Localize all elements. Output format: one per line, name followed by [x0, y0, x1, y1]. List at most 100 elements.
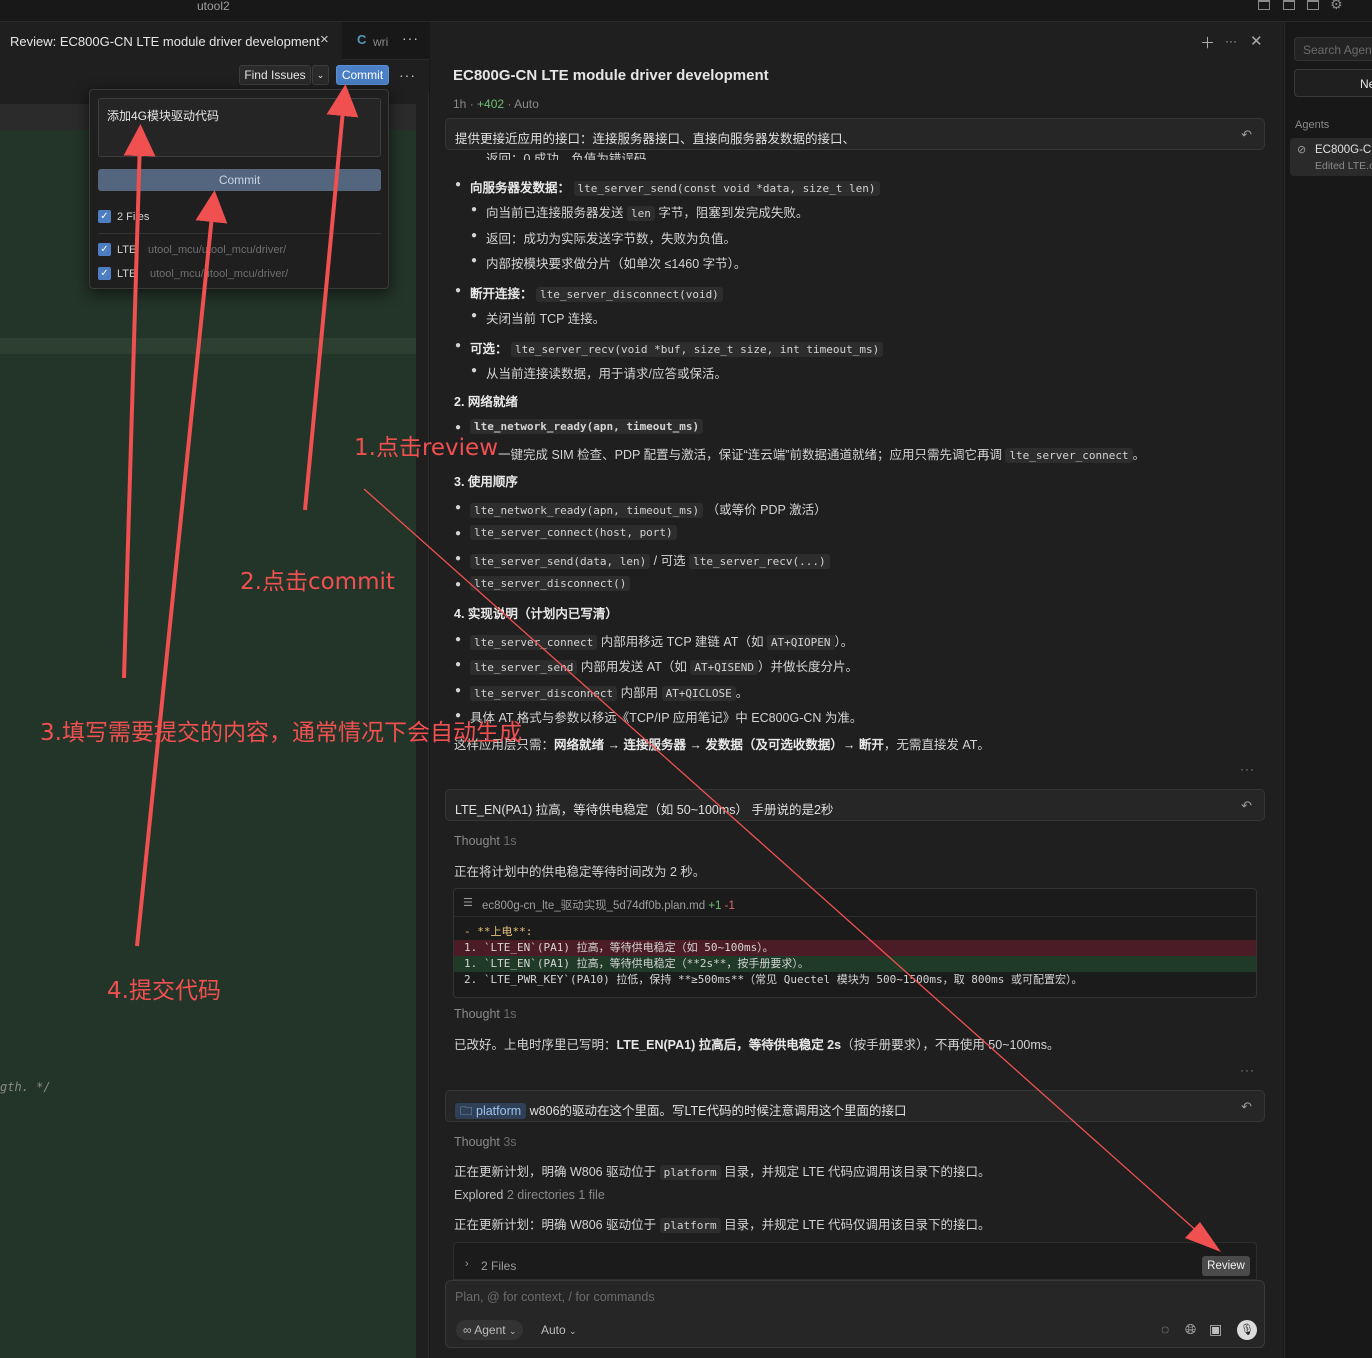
tab-review[interactable]: Review: EC800G-CN LTE module driver deve…: [0, 22, 342, 60]
bullet: ●: [455, 659, 462, 670]
new-chat-plus-icon[interactable]: ＋: [1200, 32, 1215, 53]
divider: [98, 233, 381, 234]
chat-input-placeholder: Plan, @ for context, / for commands: [455, 1290, 655, 1304]
plan-diff-card: ☰ ec800g-cn_lte_驱动实现_5d74df0b.plan.md +1…: [453, 888, 1257, 998]
file-checkbox[interactable]: ✓: [98, 267, 111, 280]
close-chat-icon[interactable]: ✕: [1250, 32, 1263, 50]
bullet: ●: [471, 365, 478, 376]
toggle-sidebar-icon[interactable]: [1258, 0, 1270, 10]
impl-3: lte_server_disconnect 内部用 AT+QICLOSE。: [470, 682, 748, 701]
tab-c-file[interactable]: wri: [373, 35, 388, 49]
send-sub-2: 返回：成功为实际发送字节数，失败为负值。: [486, 232, 737, 246]
toggle-secondary-sidebar-icon[interactable]: [1307, 0, 1319, 10]
message-more-icon[interactable]: ···: [1240, 762, 1255, 776]
chat-more-icon[interactable]: ···: [1225, 34, 1237, 48]
bullet: ●: [455, 634, 462, 645]
review-toolbar: Find Issues ⌄ Commit ···: [0, 60, 429, 92]
send-item: 向服务器发数据： lte_server_send(const void *dat…: [470, 177, 880, 196]
find-issues-button[interactable]: Find Issues: [239, 65, 311, 85]
chat-input-box[interactable]: Plan, @ for context, / for commands ∞ Ag…: [445, 1280, 1265, 1348]
diff-card-header[interactable]: ☰ ec800g-cn_lte_驱动实现_5d74df0b.plan.md +1…: [454, 889, 1256, 917]
infinity-icon: ∞: [463, 1323, 472, 1337]
microphone-icon[interactable]: 🎙︎: [1237, 1320, 1257, 1340]
impl-1: lte_server_connect 内部用移远 TCP 建链 AT（如 AT+…: [470, 631, 853, 650]
thought-indicator[interactable]: Thought 1s: [454, 1007, 517, 1021]
chevron-down-icon: ⌄: [569, 1326, 577, 1336]
bullet: ●: [455, 528, 462, 539]
diff-line-context: - **上电**:: [464, 925, 533, 938]
explored-indicator[interactable]: Explored 2 directories 1 file: [454, 1188, 605, 1202]
section-heading: 3. 使用顺序: [454, 475, 518, 489]
toolbar-more-icon[interactable]: ···: [399, 67, 416, 83]
summary: 这样应用层只需：网络就绪 → 连接服务器 → 发数据（及可选收数据）→ 断开，无…: [454, 738, 990, 752]
search-agents-input[interactable]: Search Agents: [1294, 37, 1372, 61]
section-heading: 4. 实现说明（计划内已写清）: [454, 607, 618, 621]
commit-message-input[interactable]: 添加4G模块驱动代码: [98, 98, 381, 157]
agents-section-label: Agents: [1295, 119, 1330, 131]
diff-line-context: 2. `LTE_PWR_KEY`(PA10) 拉低，保持 **≥500ms**（…: [464, 973, 1083, 986]
thought-indicator[interactable]: Thought 3s: [454, 1135, 517, 1149]
new-agent-button[interactable]: New: [1294, 69, 1372, 97]
agent-item-title: EC800G-CN: [1315, 144, 1372, 156]
user-message[interactable]: LTE_EN(PA1) 拉高，等待供电稳定（如 50~100ms） 手册说的是2…: [445, 789, 1265, 821]
file-name: LTE: [117, 268, 137, 280]
bullet: ●: [471, 204, 478, 215]
bullet: ●: [455, 685, 462, 696]
model-dropdown[interactable]: Auto ⌄: [541, 1323, 577, 1337]
order-4: lte_server_disconnect(): [470, 576, 631, 591]
restore-checkpoint-icon[interactable]: ↶: [1241, 1099, 1252, 1115]
toggle-panel-icon[interactable]: [1283, 0, 1295, 10]
restore-checkpoint-icon[interactable]: ↶: [1241, 127, 1252, 143]
recv-item: 可选： lte_server_recv(void *buf, size_t si…: [470, 338, 884, 357]
user-message[interactable]: 🗀 platform w806的驱动在这个里面。写LTE代码的时候注意调用这个里…: [445, 1090, 1265, 1122]
thought-indicator[interactable]: Thought 1s: [454, 834, 517, 848]
find-issues-dropdown-icon[interactable]: ⌄: [312, 65, 329, 85]
commit-confirm-button[interactable]: Commit: [98, 169, 381, 191]
agent-mode-dropdown[interactable]: ∞ Agent ⌄: [456, 1320, 524, 1340]
annotation-step1: 1.点击review: [354, 435, 499, 461]
chevron-right-icon[interactable]: ›: [465, 1258, 469, 1270]
diff-highlight-line: [0, 338, 416, 354]
user-message[interactable]: 提供更接近应用的接口：连接服务器接口、直接向服务器发数据的接口、 ↶: [445, 118, 1265, 150]
commit-popup: 添加4G模块驱动代码 Commit ✓ 2 Files ✓ LTE utool_…: [89, 89, 389, 289]
impl-2: lte_server_send 内部用发送 AT（如 AT+QISEND ）并做长…: [470, 656, 858, 675]
disconnect-sub: 关闭当前 TCP 连接。: [486, 312, 606, 326]
restore-checkpoint-icon[interactable]: ↶: [1241, 798, 1252, 814]
commit-button[interactable]: Commit: [336, 65, 389, 85]
assistant-reply: 正在更新计划，明确 W806 驱动位于 platform 目录，并规定 LTE …: [454, 1165, 991, 1180]
check-circle-icon: ⊘: [1297, 144, 1307, 156]
message-more-icon[interactable]: ···: [1240, 1063, 1255, 1077]
chat-age: 1h: [453, 97, 467, 111]
bullet: ●: [455, 502, 462, 513]
window-title: utool2: [197, 0, 230, 13]
tab-more-icon[interactable]: ···: [402, 30, 419, 46]
order-1: lte_network_ready(apn, timeout_ms) （或等价 …: [470, 499, 827, 518]
annotation-step4: 4.提交代码: [107, 978, 221, 1004]
ready-sig: lte_network_ready(apn, timeout_ms): [470, 419, 704, 434]
assistant-reply: 正在更新计划：明确 W806 驱动位于 platform 目录，并规定 LTE …: [454, 1218, 991, 1233]
tab-close-icon[interactable]: ×: [320, 31, 329, 48]
chat-title: EC800G-CN LTE module driver development: [453, 67, 769, 84]
files-checkbox[interactable]: ✓: [98, 210, 111, 223]
bullet: ●: [455, 579, 462, 590]
image-icon[interactable]: ▣: [1209, 1321, 1222, 1338]
review-button[interactable]: Review: [1202, 1256, 1250, 1276]
bullet: ●: [471, 255, 478, 266]
c-file-icon: C: [357, 32, 367, 47]
bullet: ●: [471, 310, 478, 321]
agent-item-subtitle: Edited LTE.c: [1315, 160, 1372, 172]
list-icon: ☰: [463, 897, 473, 909]
changed-files-bar[interactable]: › 2 Files: [453, 1242, 1257, 1280]
folder-chip[interactable]: 🗀 platform: [455, 1103, 527, 1119]
order-3: lte_server_send(data, len) / 可选 lte_serv…: [470, 550, 830, 569]
annotation-step2: 2.点击commit: [240, 569, 395, 595]
settings-gear-icon[interactable]: ⚙: [1330, 0, 1343, 13]
agent-list-item[interactable]: ⊘ EC800G-CN Edited LTE.c: [1290, 138, 1372, 176]
disconnect-item: 断开连接： lte_server_disconnect(void): [470, 283, 723, 302]
file-checkbox[interactable]: ✓: [98, 243, 111, 256]
chat-meta: 1h · +402 · Auto: [453, 97, 539, 111]
bullet: ●: [455, 179, 462, 190]
agent-chat-pane: ＋ ··· ✕ EC800G-CN LTE module driver deve…: [430, 22, 1283, 1358]
folder-icon: 🗀: [460, 1104, 473, 1118]
globe-icon[interactable]: 🌐︎: [1185, 1321, 1196, 1338]
